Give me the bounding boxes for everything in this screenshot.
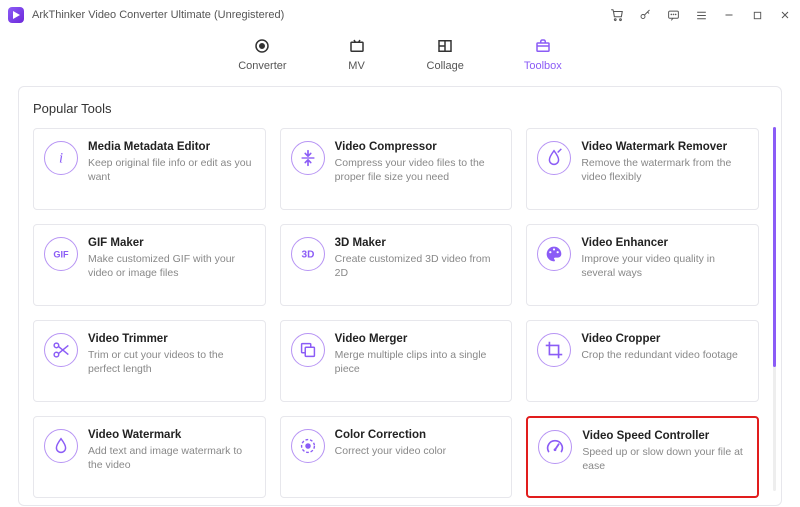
tool-title: Color Correction xyxy=(335,429,502,441)
tool-title: Media Metadata Editor xyxy=(88,141,255,153)
key-icon[interactable] xyxy=(638,8,652,22)
tool-desc: Merge multiple clips into a single piece xyxy=(335,348,502,376)
tool-card[interactable]: Video Speed Controller Speed up or slow d… xyxy=(526,416,759,498)
tool-text: Video Merger Merge multiple clips into a … xyxy=(335,333,502,376)
tab-collage[interactable]: Collage xyxy=(427,36,464,72)
tool-desc: Speed up or slow down your file at ease xyxy=(582,445,747,473)
tool-card[interactable]: Video Merger Merge multiple clips into a … xyxy=(280,320,513,402)
maximize-button[interactable] xyxy=(750,8,764,22)
tool-card[interactable]: Video Trimmer Trim or cut your videos to … xyxy=(33,320,266,402)
drop-icon xyxy=(44,429,78,463)
feedback-icon[interactable] xyxy=(666,8,680,22)
tool-card[interactable]: Video Watermark Add text and image waterm… xyxy=(33,416,266,498)
window-title: ArkThinker Video Converter Ultimate (Unr… xyxy=(32,9,284,21)
window-controls xyxy=(610,8,792,22)
tool-title: Video Watermark Remover xyxy=(581,141,748,153)
tool-desc: Add text and image watermark to the vide… xyxy=(88,444,255,472)
toolbox-icon xyxy=(533,36,553,56)
close-button[interactable] xyxy=(778,8,792,22)
tool-text: Video Enhancer Improve your video quality… xyxy=(581,237,748,280)
crop-icon xyxy=(537,333,571,367)
tool-desc: Compress your video files to the proper … xyxy=(335,156,502,184)
tool-card[interactable]: Color Correction Correct your video color xyxy=(280,416,513,498)
converter-icon xyxy=(252,36,272,56)
tool-title: Video Trimmer xyxy=(88,333,255,345)
collage-icon xyxy=(435,36,455,56)
tool-card[interactable]: Media Metadata Editor Keep original file … xyxy=(33,128,266,210)
tool-title: Video Compressor xyxy=(335,141,502,153)
tool-desc: Remove the watermark from the video flex… xyxy=(581,156,748,184)
3d-icon xyxy=(291,237,325,271)
tool-title: Video Watermark xyxy=(88,429,255,441)
mv-icon xyxy=(347,36,367,56)
toolbox-panel: Popular Tools Media Metadata Editor Keep … xyxy=(18,86,782,506)
tool-desc: Make customized GIF with your video or i… xyxy=(88,252,255,280)
color-icon xyxy=(291,429,325,463)
gif-icon xyxy=(44,237,78,271)
compress-icon xyxy=(291,141,325,175)
gauge-icon xyxy=(538,430,572,464)
tool-card[interactable]: 3D Maker Create customized 3D video from … xyxy=(280,224,513,306)
tool-text: GIF Maker Make customized GIF with your v… xyxy=(88,237,255,280)
tool-text: Video Watermark Remover Remove the waterm… xyxy=(581,141,748,184)
tool-text: 3D Maker Create customized 3D video from … xyxy=(335,237,502,280)
tool-text: Color Correction Correct your video color xyxy=(335,429,502,458)
tool-title: Video Enhancer xyxy=(581,237,748,249)
tool-title: 3D Maker xyxy=(335,237,502,249)
tab-label: Toolbox xyxy=(524,60,562,72)
menu-icon[interactable] xyxy=(694,8,708,22)
tab-converter[interactable]: Converter xyxy=(238,36,286,72)
tool-card[interactable]: Video Enhancer Improve your video quality… xyxy=(526,224,759,306)
scissors-icon xyxy=(44,333,78,367)
tool-text: Media Metadata Editor Keep original file … xyxy=(88,141,255,184)
tool-desc: Trim or cut your videos to the perfect l… xyxy=(88,348,255,376)
tab-label: Collage xyxy=(427,60,464,72)
tool-text: Video Compressor Compress your video file… xyxy=(335,141,502,184)
minimize-button[interactable] xyxy=(722,8,736,22)
tool-card[interactable]: Video Compressor Compress your video file… xyxy=(280,128,513,210)
tool-title: Video Speed Controller xyxy=(582,430,747,442)
main-tabs: Converter MV Collage Toolbox xyxy=(0,30,800,82)
tab-label: MV xyxy=(348,60,365,72)
title-bar: ArkThinker Video Converter Ultimate (Unr… xyxy=(0,0,800,30)
tab-label: Converter xyxy=(238,60,286,72)
tab-toolbox[interactable]: Toolbox xyxy=(524,36,562,72)
tool-title: Video Merger xyxy=(335,333,502,345)
merge-icon xyxy=(291,333,325,367)
tool-desc: Create customized 3D video from 2D xyxy=(335,252,502,280)
tool-card[interactable]: Video Cropper Crop the redundant video fo… xyxy=(526,320,759,402)
tool-desc: Improve your video quality in several wa… xyxy=(581,252,748,280)
section-title: Popular Tools xyxy=(33,101,767,116)
tool-text: Video Cropper Crop the redundant video fo… xyxy=(581,333,748,362)
tab-mv[interactable]: MV xyxy=(347,36,367,72)
scrollbar-thumb[interactable] xyxy=(773,127,776,367)
tool-text: Video Watermark Add text and image waterm… xyxy=(88,429,255,472)
palette-icon xyxy=(537,237,571,271)
info-icon xyxy=(44,141,78,175)
tool-card[interactable]: Video Watermark Remover Remove the waterm… xyxy=(526,128,759,210)
tool-title: GIF Maker xyxy=(88,237,255,249)
tool-desc: Correct your video color xyxy=(335,444,502,458)
tool-card[interactable]: GIF Maker Make customized GIF with your v… xyxy=(33,224,266,306)
drop-remove-icon xyxy=(537,141,571,175)
tool-text: Video Trimmer Trim or cut your videos to … xyxy=(88,333,255,376)
cart-icon[interactable] xyxy=(610,8,624,22)
tool-desc: Keep original file info or edit as you w… xyxy=(88,156,255,184)
tool-desc: Crop the redundant video footage xyxy=(581,348,748,362)
tools-grid: Media Metadata Editor Keep original file … xyxy=(33,128,767,498)
app-logo-icon xyxy=(8,7,24,23)
tool-text: Video Speed Controller Speed up or slow d… xyxy=(582,430,747,473)
tool-title: Video Cropper xyxy=(581,333,748,345)
